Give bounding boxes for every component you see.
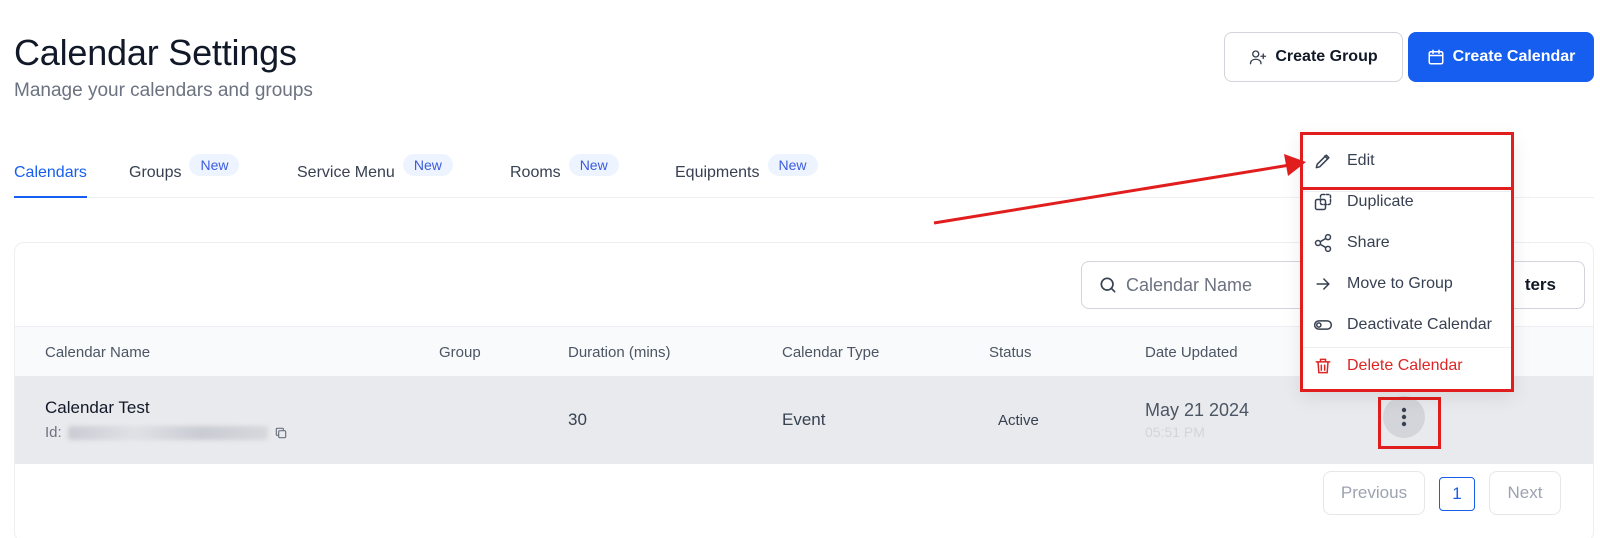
- copy-icon[interactable]: [274, 426, 288, 440]
- share-icon: [1314, 233, 1332, 253]
- search-box[interactable]: [1081, 261, 1321, 309]
- active-tab-indicator: [14, 196, 87, 198]
- create-group-button[interactable]: Create Group: [1224, 32, 1403, 82]
- tab-calendars[interactable]: Calendars: [14, 164, 87, 198]
- tab-label: Calendars: [14, 164, 87, 181]
- create-calendar-label: Create Calendar: [1452, 48, 1576, 65]
- calendar-duration: 30: [568, 410, 587, 429]
- menu-item-label: Move to Group: [1347, 275, 1453, 292]
- search-input[interactable]: [1126, 274, 1306, 296]
- highlight-box: [1378, 397, 1441, 449]
- column-header[interactable]: Date Updated: [1145, 344, 1238, 361]
- column-header[interactable]: Calendar Name: [45, 344, 150, 361]
- tab-label: Equipments: [675, 164, 760, 181]
- date-updated: May 21 2024: [1145, 400, 1250, 420]
- trash-icon: [1315, 358, 1331, 374]
- column-header[interactable]: Duration (mins): [568, 344, 671, 361]
- calendar-type: Event: [782, 410, 826, 429]
- new-badge: New: [568, 154, 619, 176]
- menu-item-label: Delete Calendar: [1347, 357, 1463, 374]
- new-badge: New: [767, 154, 818, 176]
- calendar-icon: [1428, 49, 1444, 65]
- tab-label: Service Menu: [297, 164, 395, 181]
- page-title: Calendar Settings: [14, 32, 297, 73]
- next-page-button[interactable]: Next: [1489, 471, 1561, 515]
- create-calendar-button[interactable]: Create Calendar: [1408, 32, 1594, 82]
- tab-label: Rooms: [510, 164, 561, 181]
- page-number-button[interactable]: 1: [1439, 477, 1475, 511]
- column-header[interactable]: Status: [989, 344, 1032, 361]
- menu-item-label: Duplicate: [1347, 193, 1414, 210]
- filters-label: ters: [1524, 275, 1556, 294]
- redacted-id: [67, 425, 268, 440]
- tab-rooms[interactable]: Rooms New: [510, 154, 619, 182]
- create-group-label: Create Group: [1275, 48, 1378, 65]
- calendar-id: Id:: [45, 424, 288, 441]
- time-updated: 05:51 PM: [1145, 424, 1205, 440]
- column-header[interactable]: Calendar Type: [782, 344, 879, 361]
- menu-item-move-to-group[interactable]: Move to Group: [1313, 274, 1453, 294]
- status-badge: Active: [998, 412, 1039, 429]
- menu-item-label: Share: [1347, 234, 1390, 251]
- menu-item-deactivate[interactable]: Deactivate Calendar: [1313, 315, 1492, 335]
- divider: [1303, 347, 1511, 348]
- toggle-icon: [1313, 320, 1333, 330]
- menu-item-share[interactable]: Share: [1313, 233, 1390, 253]
- menu-item-duplicate[interactable]: Duplicate: [1313, 192, 1414, 212]
- duplicate-icon: [1314, 193, 1332, 211]
- arrow-right-icon: [1316, 278, 1330, 290]
- add-user-icon: [1250, 50, 1267, 65]
- highlight-box: [1300, 132, 1514, 190]
- previous-page-button[interactable]: Previous: [1323, 471, 1425, 515]
- calendar-id-label: Id:: [45, 424, 62, 441]
- tab-equipments[interactable]: Equipments New: [675, 154, 818, 182]
- search-icon: [1100, 277, 1116, 293]
- new-badge: New: [189, 154, 240, 176]
- tab-groups[interactable]: Groups New: [129, 154, 240, 182]
- column-header[interactable]: Group: [439, 344, 481, 361]
- tab-service-menu[interactable]: Service Menu New: [297, 154, 453, 182]
- new-badge: New: [402, 154, 453, 176]
- calendar-name[interactable]: Calendar Test: [45, 398, 150, 418]
- menu-item-label: Deactivate Calendar: [1347, 316, 1492, 333]
- tab-label: Groups: [129, 164, 182, 181]
- page-subtitle: Manage your calendars and groups: [14, 80, 313, 101]
- menu-item-delete[interactable]: Delete Calendar: [1313, 356, 1463, 376]
